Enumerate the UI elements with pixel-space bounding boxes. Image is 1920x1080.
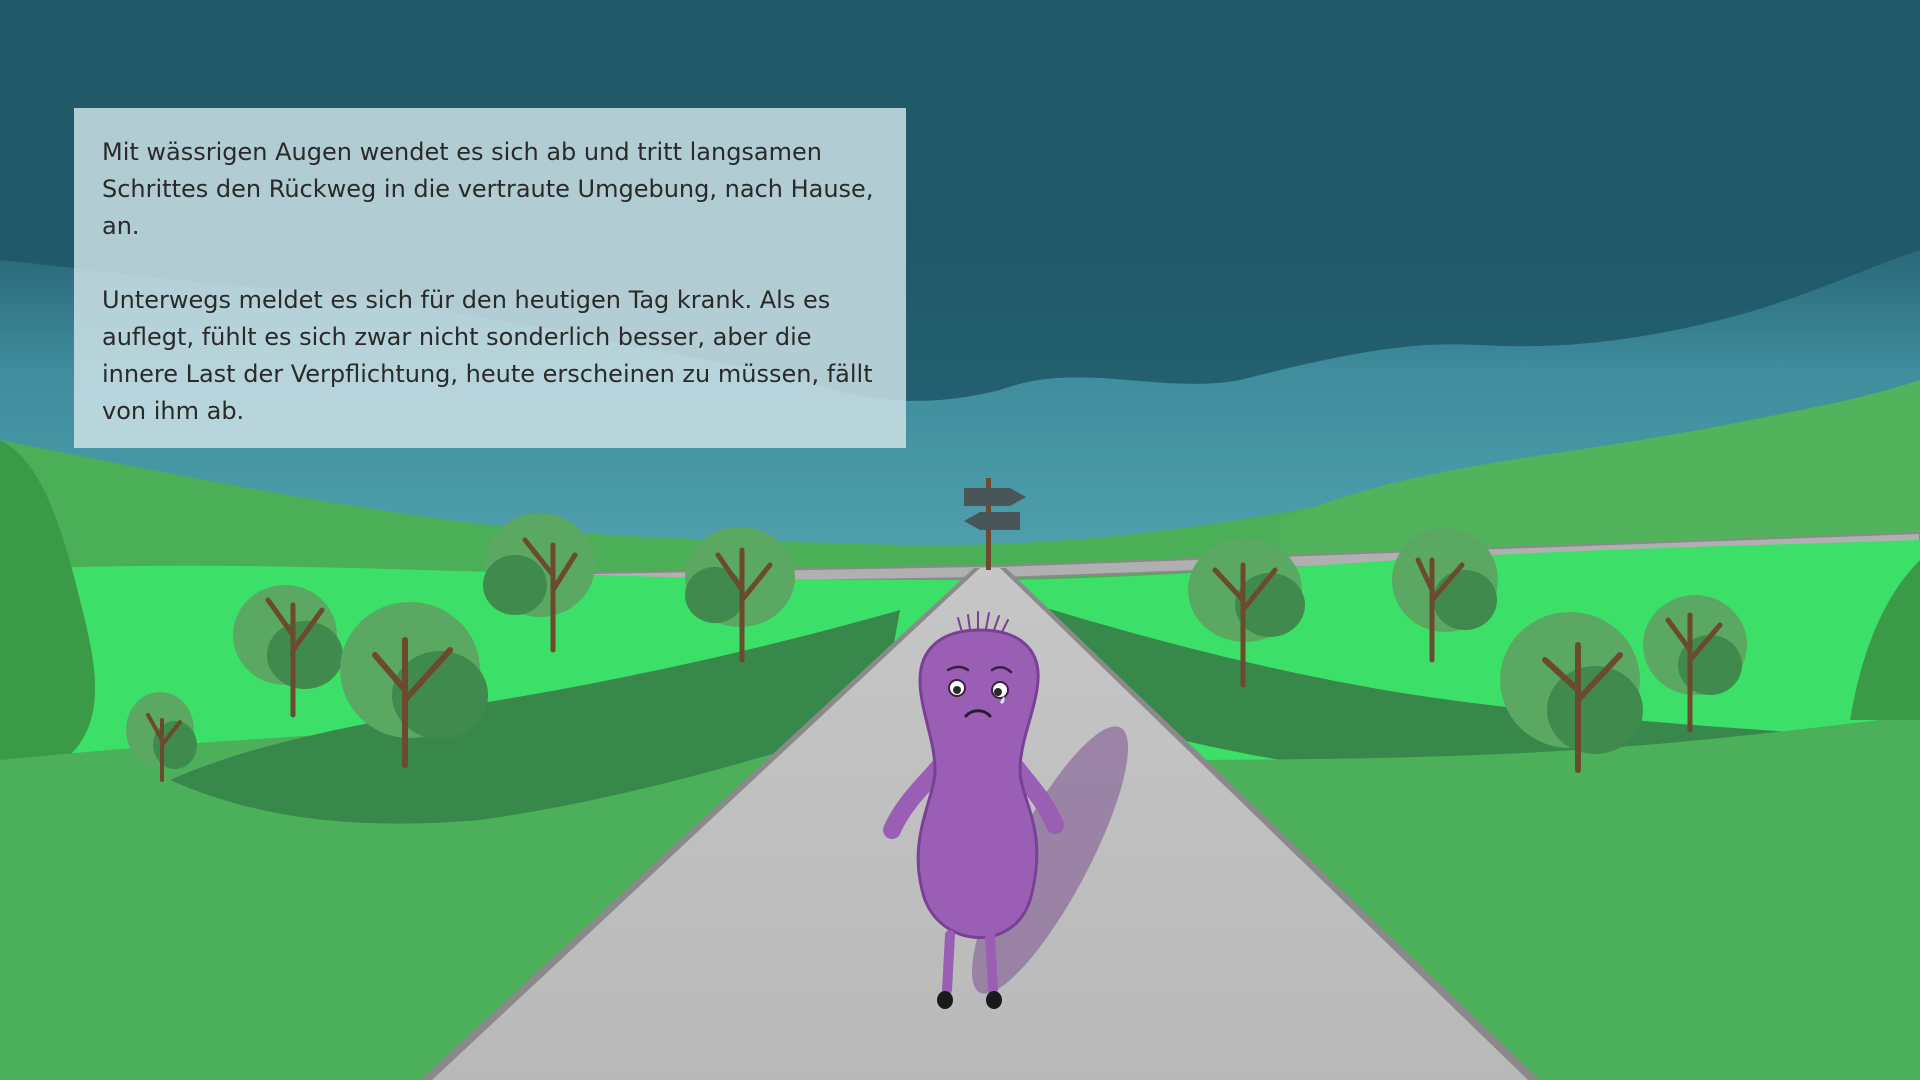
character-shoe-left [937,991,953,1009]
narration-paragraph: Mit wässrigen Augen wendet es sich ab un… [102,138,874,240]
character-shoe-right [986,991,1002,1009]
character-leg-left [942,930,955,995]
character-pupil-left [953,686,961,694]
character-body [916,628,1040,939]
narration-box: Mit wässrigen Augen wendet es sich ab un… [74,108,906,448]
character-pupil-right [994,688,1002,696]
narration-paragraph: Unterwegs meldet es sich für den heutige… [102,286,873,425]
game-stage: Mit wässrigen Augen wendet es sich ab un… [0,0,1920,1080]
character-leg-right [985,930,998,995]
